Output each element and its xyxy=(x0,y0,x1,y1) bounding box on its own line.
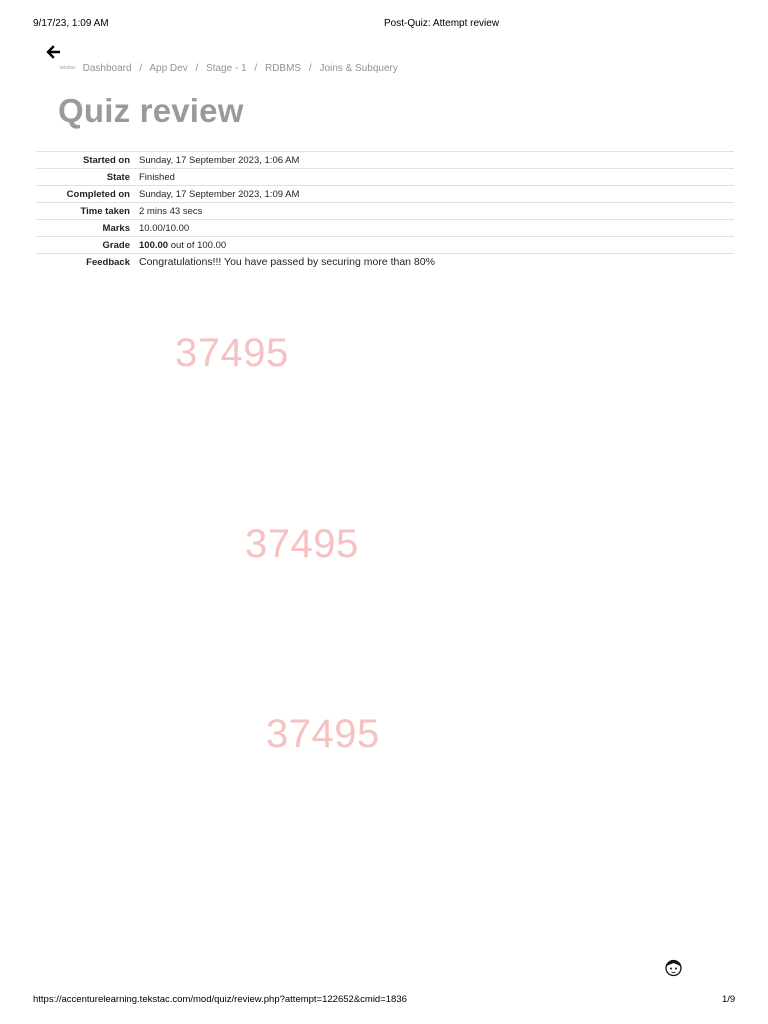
summary-row-feedback: Feedback Congratulations!!! You have pas… xyxy=(36,253,734,271)
summary-row-started-on: Started on Sunday, 17 September 2023, 1:… xyxy=(36,151,734,169)
summary-label: State xyxy=(106,171,130,183)
summary-value: Sunday, 17 September 2023, 1:06 AM xyxy=(139,154,300,166)
summary-row-marks: Marks 10.00/10.00 xyxy=(36,219,734,237)
summary-value: Congratulations!!! You have passed by se… xyxy=(139,256,435,269)
breadcrumb-item-dashboard[interactable]: Dashboard xyxy=(83,63,132,74)
watermark: 37495 xyxy=(175,331,289,375)
summary-value: 2 mins 43 secs xyxy=(139,205,203,217)
print-url: https://accenturelearning.tekstac.com/mo… xyxy=(33,994,407,1005)
print-date: 9/17/23, 1:09 AM xyxy=(33,18,109,29)
print-header: 9/17/23, 1:09 AM Post-Quiz: Attempt revi… xyxy=(0,18,768,32)
breadcrumb-separator: / xyxy=(195,63,199,74)
summary-label: Started on xyxy=(83,154,130,166)
avatar-icon[interactable] xyxy=(664,958,683,977)
grade-out-of: out of 100.00 xyxy=(170,239,227,251)
summary-label: Feedback xyxy=(86,256,130,268)
summary-value: Sunday, 17 September 2023, 1:09 AM xyxy=(139,188,300,200)
back-arrow-icon[interactable] xyxy=(46,45,62,61)
breadcrumb-item-joins-subquery[interactable]: Joins & Subquery xyxy=(319,63,397,74)
summary-label: Time taken xyxy=(80,205,130,217)
breadcrumb-item-app-dev[interactable]: App Dev xyxy=(149,63,187,74)
breadcrumb-separator: / xyxy=(254,63,258,74)
summary-label: Grade xyxy=(102,239,130,251)
breadcrumb: tekstac Dashboard / App Dev / Stage - 1 … xyxy=(60,63,398,74)
summary-label: Marks xyxy=(102,222,130,234)
user-avatar-icon xyxy=(665,959,682,977)
page-title: Quiz review xyxy=(58,92,244,129)
breadcrumb-separator: / xyxy=(308,63,312,74)
breadcrumb-separator: / xyxy=(139,63,143,74)
summary-row-time-taken: Time taken 2 mins 43 secs xyxy=(36,202,734,220)
quiz-summary-table: Started on Sunday, 17 September 2023, 1:… xyxy=(36,151,734,271)
print-page-number: 1/9 xyxy=(722,994,736,1005)
summary-value: 10.00/10.00 xyxy=(139,222,190,234)
summary-value: Finished xyxy=(139,171,175,183)
breadcrumb-item-stage-1[interactable]: Stage - 1 xyxy=(206,63,247,74)
print-page-title: Post-Quiz: Attempt review xyxy=(384,18,500,29)
summary-row-grade: Grade 100.00 out of 100.00 xyxy=(36,236,734,254)
watermark: 37495 xyxy=(266,712,380,756)
arrow-left-icon xyxy=(46,45,61,59)
site-logo-icon[interactable]: tekstac xyxy=(60,65,76,71)
summary-value: 100.00 out of 100.00 xyxy=(135,237,734,254)
summary-label: Completed on xyxy=(66,188,130,200)
grade-score: 100.00 xyxy=(139,239,169,251)
summary-row-state: State Finished xyxy=(36,168,734,186)
summary-row-completed-on: Completed on Sunday, 17 September 2023, … xyxy=(36,185,734,203)
watermark: 37495 xyxy=(245,522,359,566)
breadcrumb-item-rdbms[interactable]: RDBMS xyxy=(265,63,301,74)
